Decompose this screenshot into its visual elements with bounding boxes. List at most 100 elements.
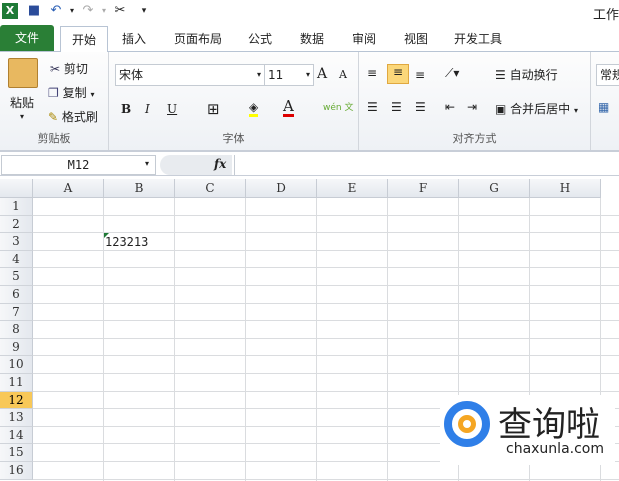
tab-view[interactable]: 视图 <box>396 26 436 52</box>
formula-input[interactable] <box>234 155 619 175</box>
align-bottom-icon[interactable]: ≡ <box>415 68 425 82</box>
clipboard-group: 粘贴 ▾ ✂ 剪切 ❐ 复制 ▾ ✎ 格式刷 剪贴板 <box>0 52 109 150</box>
paste-button[interactable]: 粘贴 <box>10 94 34 111</box>
wrap-text-icon: ☰ <box>495 68 506 82</box>
watermark-url: chaxunla.com <box>506 441 604 457</box>
tab-file[interactable]: 文件 <box>0 25 54 51</box>
format-painter-button[interactable]: ✎ 格式刷 <box>48 108 98 125</box>
name-box[interactable]: M12 <box>1 155 156 175</box>
formula-bar: M12 ▾ fx <box>0 154 619 176</box>
column-header[interactable]: A <box>33 179 104 198</box>
cut-button[interactable]: ✂ 剪切 <box>50 60 88 77</box>
grow-font-button[interactable]: A <box>317 66 327 82</box>
number-format-icon[interactable]: ▦ <box>598 100 609 114</box>
row-header[interactable]: 13 <box>0 409 33 427</box>
name-box-dropdown-icon[interactable]: ▾ <box>145 159 149 168</box>
row-header[interactable]: 2 <box>0 215 33 234</box>
watermark-name: 查询啦 <box>498 405 600 445</box>
row-header[interactable]: 11 <box>0 374 33 392</box>
wrap-text-label: 自动换行 <box>509 68 558 82</box>
tab-home[interactable]: 开始 <box>60 26 108 53</box>
grid-line <box>33 268 619 286</box>
phonetic-icon[interactable]: wén 文 <box>323 100 353 113</box>
tab-page-layout[interactable]: 页面布局 <box>166 26 230 52</box>
tab-review[interactable]: 审阅 <box>344 26 384 52</box>
redo-dropdown-icon[interactable]: ▾ <box>96 3 112 19</box>
watermark: 查询啦 chaxunla.com <box>440 395 615 465</box>
ribbon: 粘贴 ▾ ✂ 剪切 ❐ 复制 ▾ ✎ 格式刷 剪贴板 宋体 ▾ 11 ▾ A A B… <box>0 52 619 152</box>
wrap-text-button[interactable]: ☰ 自动换行 <box>495 66 558 83</box>
grid-line <box>33 304 619 322</box>
row-header[interactable]: 9 <box>0 338 33 357</box>
underline-button[interactable]: U <box>167 102 177 116</box>
row-header[interactable]: 5 <box>0 268 33 286</box>
tab-data[interactable]: 数据 <box>292 26 332 52</box>
column-header[interactable]: H <box>530 179 601 198</box>
row-header[interactable]: 10 <box>0 356 33 374</box>
paste-dropdown-icon[interactable]: ▾ <box>20 112 24 121</box>
row-header[interactable]: 8 <box>0 321 33 339</box>
fill-color-icon[interactable]: ◈ <box>249 100 259 117</box>
row-header[interactable]: 7 <box>0 303 33 322</box>
align-left-icon[interactable]: ☰ <box>367 100 378 114</box>
insert-function-button[interactable]: fx <box>214 157 226 171</box>
column-header[interactable]: D <box>246 179 317 198</box>
font-group-label: 字体 <box>222 132 245 145</box>
undo-dropdown-icon[interactable]: ▾ <box>64 3 80 19</box>
font-color-button[interactable]: A <box>283 98 294 117</box>
font-name-select[interactable]: 宋体 ▾ <box>115 64 265 86</box>
grid-line <box>33 356 619 374</box>
grid-line <box>33 321 619 339</box>
cell-b3[interactable]: 123213 <box>105 234 148 252</box>
tools-icon[interactable]: ✂ <box>112 3 128 19</box>
number-format-select[interactable]: 常规 <box>596 64 619 86</box>
grid-line <box>33 339 619 357</box>
undo-icon[interactable]: ↶ <box>48 3 64 19</box>
scissors-icon: ✂ <box>50 62 61 76</box>
orientation-icon[interactable]: ⟋▾ <box>445 66 459 81</box>
row-header[interactable]: 12 <box>0 391 33 410</box>
row-header[interactable]: 1 <box>0 198 33 216</box>
tab-insert[interactable]: 插入 <box>112 26 156 52</box>
shrink-font-button[interactable]: A <box>339 68 347 81</box>
column-header[interactable]: C <box>175 179 246 198</box>
paste-icon[interactable] <box>8 58 38 88</box>
align-right-icon[interactable]: ☰ <box>415 100 426 114</box>
decrease-indent-icon[interactable]: ⇤ <box>445 100 455 114</box>
column-header[interactable]: B <box>104 179 175 198</box>
row-header[interactable]: 6 <box>0 286 33 304</box>
copy-label: 复制 <box>62 86 87 100</box>
select-all-button[interactable] <box>0 179 33 198</box>
increase-indent-icon[interactable]: ⇥ <box>467 100 477 114</box>
window-title: 工作 <box>592 8 619 23</box>
tab-formulas[interactable]: 公式 <box>240 26 280 52</box>
merge-center-button[interactable]: ▣ 合并后居中 ▾ <box>495 100 578 117</box>
bold-button[interactable]: B <box>121 102 131 116</box>
row-header[interactable]: 3 <box>0 233 33 251</box>
align-center-icon[interactable]: ☰ <box>391 100 402 114</box>
align-top-icon[interactable]: ≡ <box>367 66 377 80</box>
row-header[interactable]: 4 <box>0 250 33 269</box>
clipboard-group-label: 剪贴板 <box>37 132 71 145</box>
customize-qat-icon[interactable]: ▾ <box>136 3 152 19</box>
row-header[interactable]: 15 <box>0 444 33 462</box>
column-header[interactable]: G <box>459 179 530 198</box>
borders-icon[interactable]: ⊞ <box>207 100 220 118</box>
align-middle-icon[interactable]: ≡ <box>387 64 409 84</box>
grid-line <box>33 198 619 216</box>
column-header[interactable]: F <box>388 179 459 198</box>
column-header[interactable]: E <box>317 179 388 198</box>
italic-button[interactable]: I <box>145 102 150 116</box>
tab-developer[interactable]: 开发工具 <box>448 26 508 52</box>
save-icon[interactable]: ■ <box>26 3 42 19</box>
alignment-group: ≡ ≡ ≡ ⟋▾ ☰ 自动换行 ☰ ☰ ☰ ⇤ ⇥ ▣ 合并后居中 ▾ 对齐方式 <box>359 52 591 150</box>
row-header[interactable]: 14 <box>0 426 33 445</box>
copy-button[interactable]: ❐ 复制 ▾ <box>48 84 94 101</box>
grid-line <box>33 286 619 304</box>
alignment-group-label: 对齐方式 <box>452 132 497 145</box>
redo-icon[interactable]: ↷ <box>80 3 96 19</box>
grid-line <box>33 374 619 392</box>
merge-icon: ▣ <box>495 102 507 116</box>
font-size-select[interactable]: 11 ▾ <box>264 64 314 86</box>
row-header[interactable]: 16 <box>0 462 33 480</box>
